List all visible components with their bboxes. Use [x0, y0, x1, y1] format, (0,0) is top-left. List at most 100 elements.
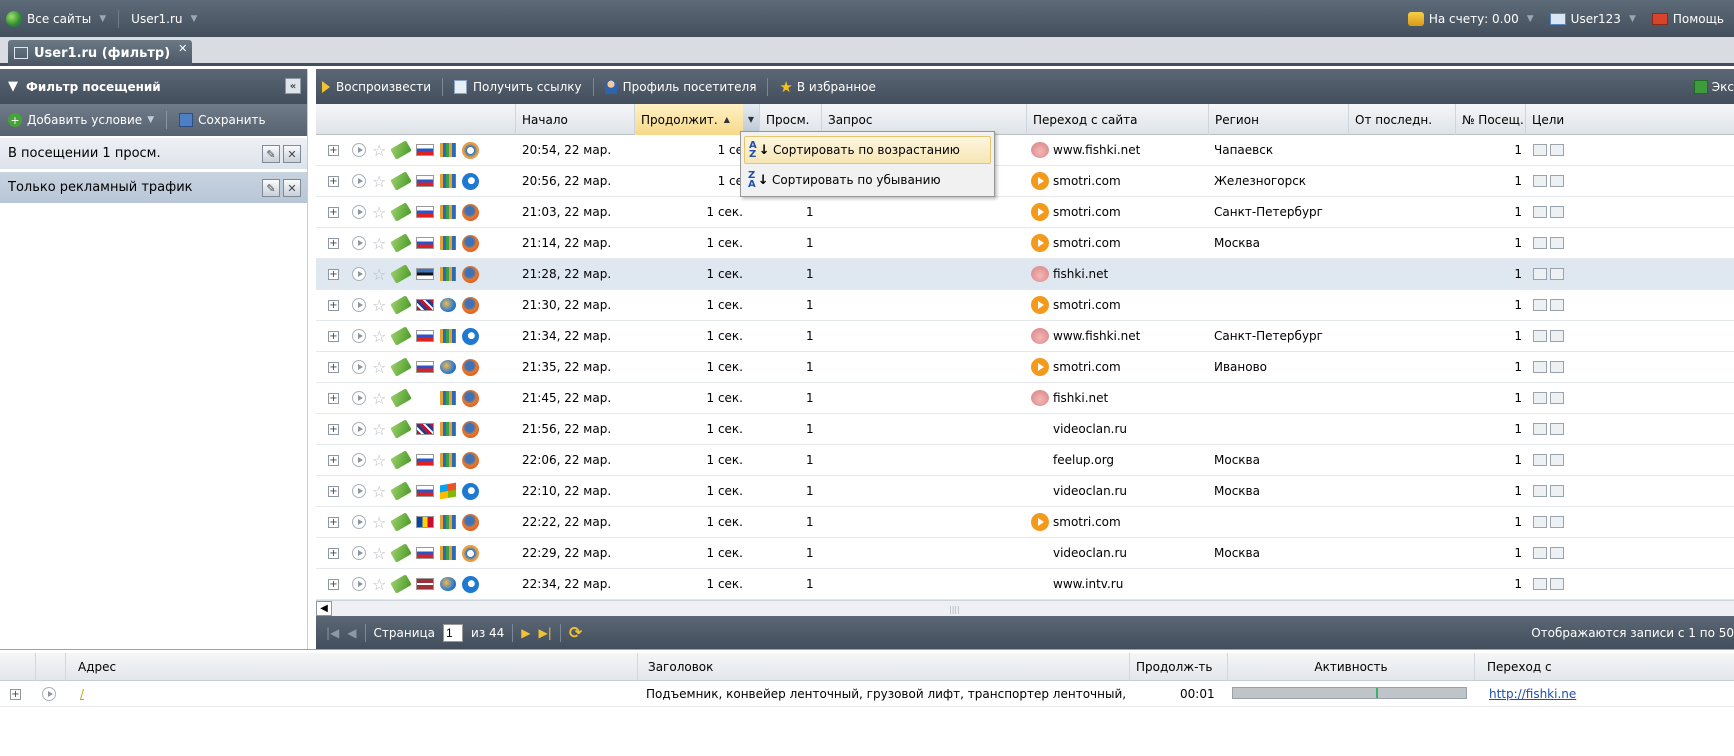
all-sites-menu[interactable]: Все сайты ▼	[0, 10, 112, 27]
star-outline-icon[interactable]: ☆	[372, 575, 386, 594]
first-page-icon[interactable]: |◀	[326, 626, 339, 640]
expand-icon[interactable]: +	[328, 290, 339, 320]
play-button[interactable]: Воспроизвести	[322, 80, 431, 94]
table-row[interactable]: + ☆ 21:56, 22 мар. 1 сек. 1 videoclan.ru…	[316, 414, 1734, 445]
expand-icon[interactable]: +	[328, 135, 339, 165]
expand-icon[interactable]: +	[328, 383, 339, 413]
add-condition-button[interactable]: + Добавить условие ▼	[8, 113, 154, 127]
play-circle-icon[interactable]	[352, 298, 366, 312]
star-outline-icon[interactable]: ☆	[372, 451, 386, 470]
tab-site-filter[interactable]: User1.ru (фильтр) ✕	[8, 40, 192, 66]
cell-referrer[interactable]: www.fishki.net	[1031, 135, 1140, 165]
table-row[interactable]: + ☆ 22:22, 22 мар. 1 сек. 1 smotri.com 1	[316, 507, 1734, 538]
delete-icon[interactable]: ✕	[283, 145, 301, 163]
help-menu[interactable]: Помощь	[1646, 12, 1730, 26]
refresh-icon[interactable]: ⟳	[569, 623, 582, 642]
condition-item[interactable]: Только рекламный трафик ✎ ✕	[0, 172, 307, 204]
table-row[interactable]: + ☆ 22:10, 22 мар. 1 сек. 1 videoclan.ru…	[316, 476, 1734, 507]
cell-referrer[interactable]: videoclan.ru	[1031, 476, 1127, 506]
cell-referrer[interactable]: smotri.com	[1031, 352, 1121, 382]
star-outline-icon[interactable]: ☆	[372, 389, 386, 408]
next-page-icon[interactable]: ▶	[521, 626, 530, 640]
column-header-region[interactable]: Регион	[1209, 104, 1349, 135]
horizontal-scrollbar[interactable]: ◀ ||||	[316, 600, 1734, 616]
detail-column-header-title[interactable]: Заголовок	[638, 653, 1130, 681]
play-circle-icon[interactable]	[352, 453, 366, 467]
star-outline-icon[interactable]: ☆	[372, 327, 386, 346]
star-outline-icon[interactable]: ☆	[372, 296, 386, 315]
star-outline-icon[interactable]: ☆	[372, 358, 386, 377]
collapse-icon[interactable]: «	[285, 78, 301, 94]
expand-icon[interactable]: +	[328, 476, 339, 506]
page-input[interactable]	[443, 623, 464, 642]
play-circle-icon[interactable]	[352, 484, 366, 498]
play-circle-icon[interactable]	[352, 546, 366, 560]
detail-column-header-duration[interactable]: Продолж-ть	[1130, 653, 1228, 681]
play-circle-icon[interactable]	[352, 422, 366, 436]
detail-column-header-referrer[interactable]: Переход с	[1475, 653, 1734, 681]
table-row[interactable]: + ☆ 20:54, 22 мар. 1 се www.fishki.net Ч…	[316, 135, 1734, 166]
expand-icon[interactable]: +	[328, 259, 339, 289]
delete-icon[interactable]: ✕	[283, 179, 301, 197]
expand-icon[interactable]: +	[328, 321, 339, 351]
expand-icon[interactable]: +	[10, 681, 21, 707]
expand-icon[interactable]: +	[328, 538, 339, 568]
detail-column-header-address[interactable]: Адрес	[66, 653, 638, 681]
play-circle-icon[interactable]	[352, 236, 366, 250]
star-outline-icon[interactable]: ☆	[372, 203, 386, 222]
play-circle-icon[interactable]	[352, 515, 366, 529]
star-outline-icon[interactable]: ☆	[372, 482, 386, 501]
star-outline-icon[interactable]: ☆	[372, 234, 386, 253]
table-row[interactable]: + ☆ 22:29, 22 мар. 1 сек. 1 videoclan.ru…	[316, 538, 1734, 569]
expand-icon[interactable]: +	[328, 228, 339, 258]
cell-referrer[interactable]: fishki.net	[1031, 259, 1108, 289]
table-row[interactable]: + ☆ 21:45, 22 мар. 1 сек. 1 fishki.net 1	[316, 383, 1734, 414]
last-page-icon[interactable]: ▶|	[539, 626, 552, 640]
column-header-goals[interactable]: Цели	[1526, 104, 1734, 135]
cell-referrer[interactable]: smotri.com	[1031, 507, 1121, 537]
expand-icon[interactable]: +	[328, 166, 339, 196]
detail-address[interactable]: /	[80, 681, 84, 707]
table-row[interactable]: + ☆ 21:34, 22 мар. 1 сек. 1 www.fishki.n…	[316, 321, 1734, 352]
sort-ascending-item[interactable]: A Z ↓ Сортировать по возрастанию	[744, 136, 991, 164]
export-button[interactable]: Экс	[1693, 79, 1734, 94]
expand-icon[interactable]: +	[328, 569, 339, 599]
play-circle-icon[interactable]	[352, 391, 366, 405]
table-row[interactable]: + ☆ 22:34, 22 мар. 1 сек. 1 www.intv.ru …	[316, 569, 1734, 600]
cell-referrer[interactable]: smotri.com	[1031, 197, 1121, 227]
play-circle-icon[interactable]	[352, 267, 366, 281]
save-button[interactable]: Сохранить	[179, 113, 266, 127]
play-circle-icon[interactable]	[352, 360, 366, 374]
cell-referrer[interactable]: www.fishki.net	[1031, 321, 1140, 351]
cell-referrer[interactable]: www.intv.ru	[1031, 569, 1123, 599]
cell-referrer[interactable]: smotri.com	[1031, 290, 1121, 320]
referrer-link[interactable]: http://fishki.ne	[1489, 687, 1576, 701]
expand-icon[interactable]: +	[328, 445, 339, 475]
table-row[interactable]: + ☆ 21:30, 22 мар. 1 сек. 1 smotri.com 1	[316, 290, 1734, 321]
column-header-since-last[interactable]: От последн.	[1349, 104, 1456, 135]
cell-referrer[interactable]: videoclan.ru	[1031, 538, 1127, 568]
cell-referrer[interactable]: fishki.net	[1031, 383, 1108, 413]
star-outline-icon[interactable]: ☆	[372, 172, 386, 191]
column-header-referrer[interactable]: Переход с сайта	[1027, 104, 1209, 135]
star-outline-icon[interactable]: ☆	[372, 513, 386, 532]
address-link[interactable]: /	[80, 687, 84, 701]
play-circle-icon[interactable]	[352, 577, 366, 591]
expand-icon[interactable]: +	[328, 414, 339, 444]
table-row[interactable]: + ☆ 20:56, 22 мар. 1 се smotri.com Желез…	[316, 166, 1734, 197]
site-menu[interactable]: User1.ru ▼	[125, 12, 203, 26]
cell-referrer[interactable]: smotri.com	[1031, 166, 1121, 196]
play-circle-icon[interactable]	[352, 205, 366, 219]
column-header-visit-number[interactable]: № Посещ.	[1456, 104, 1526, 135]
edit-icon[interactable]: ✎	[262, 145, 280, 163]
star-outline-icon[interactable]: ☆	[372, 544, 386, 563]
play-circle-icon[interactable]	[352, 143, 366, 157]
prev-page-icon[interactable]: ◀	[347, 626, 356, 640]
detail-row[interactable]: + / Подъемник, конвейер ленточный, грузо…	[0, 681, 1734, 707]
condition-item[interactable]: В посещении 1 просм. ✎ ✕	[0, 138, 307, 170]
close-icon[interactable]: ✕	[178, 42, 187, 55]
play-circle-icon[interactable]	[42, 681, 56, 707]
table-row[interactable]: + ☆ 22:06, 22 мар. 1 сек. 1 feelup.org М…	[316, 445, 1734, 476]
star-outline-icon[interactable]: ☆	[372, 265, 386, 284]
visitor-profile-button[interactable]: Профиль посетителя	[604, 79, 756, 94]
